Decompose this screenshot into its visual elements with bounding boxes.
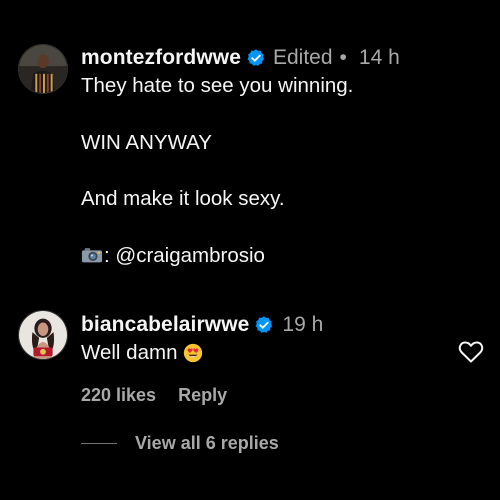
reply-button[interactable]: Reply [178, 385, 227, 406]
like-heart-icon[interactable] [458, 340, 484, 364]
edited-label: Edited [272, 46, 333, 69]
divider-line [81, 443, 117, 444]
replier-username[interactable]: biancabelairwwe [81, 313, 249, 337]
reply-text: Well damn [81, 341, 178, 364]
reply-actions: 220 likes Reply [81, 385, 480, 406]
commenter-avatar[interactable] [18, 44, 68, 94]
likes-count[interactable]: 220 likes [81, 385, 156, 406]
comment-header: montezfordwwe Edited • 14 h [81, 45, 480, 71]
view-replies-row[interactable]: View all 6 replies [81, 433, 279, 454]
reply-body: biancabelairwwe 19 h Well damn 220 likes… [81, 312, 480, 406]
meta-separator: • [339, 46, 347, 69]
comment-text: They hate to see you winning. WIN ANYWAY… [81, 73, 480, 269]
caption-line: WIN ANYWAY [81, 131, 212, 154]
reply-timestamp[interactable]: 19 h [282, 313, 323, 337]
photo-credit[interactable]: : @craigambrosio [104, 244, 265, 267]
verified-badge-icon [255, 316, 273, 333]
caption-credit-line: : @craigambrosio [81, 243, 480, 269]
heart-eyes-emoji-icon [184, 343, 203, 363]
commenter-username[interactable]: montezfordwwe [81, 46, 241, 70]
view-all-replies-button[interactable]: View all 6 replies [135, 433, 279, 454]
replier-avatar[interactable] [18, 310, 68, 360]
comment-timestamp[interactable]: 14 h [359, 46, 400, 70]
comment-body: montezfordwwe Edited • 14 h They hate to… [81, 45, 480, 269]
reply-text-row: Well damn [81, 340, 480, 366]
caption-line: And make it look sexy. [81, 187, 285, 210]
camera-emoji-icon [81, 248, 103, 263]
verified-badge-icon [247, 49, 265, 66]
caption-line: They hate to see you winning. [81, 74, 354, 97]
reply-header: biancabelairwwe 19 h [81, 312, 480, 338]
